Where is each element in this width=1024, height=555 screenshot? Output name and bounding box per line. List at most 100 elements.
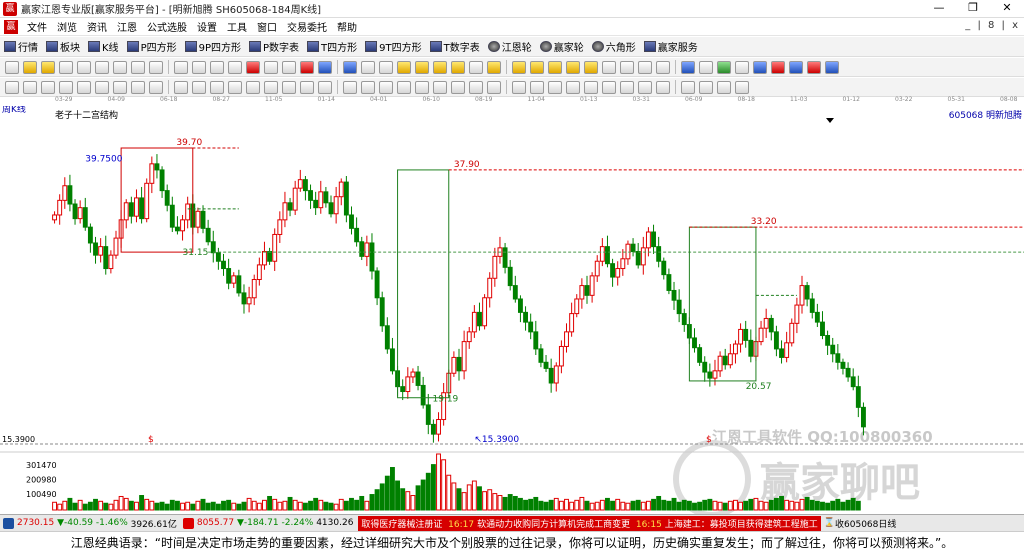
drawing-tool-icon-42[interactable]	[771, 60, 785, 74]
sh-index-cell[interactable]: 2730.15 ▼-40.59 -1.46% 3926.61亿	[0, 517, 180, 530]
analysis-tool-icon-12[interactable]	[210, 80, 224, 94]
analysis-tool-icon-39[interactable]	[717, 80, 731, 94]
drawing-tool-icon-21[interactable]	[379, 60, 393, 74]
menu-settings[interactable]: 设置	[192, 19, 222, 34]
analysis-tool-icon-11[interactable]	[192, 80, 206, 94]
analysis-tool-icon-4[interactable]	[59, 80, 73, 94]
analysis-tool-icon-35[interactable]	[638, 80, 652, 94]
analysis-tool-icon-7[interactable]	[113, 80, 127, 94]
drawing-tool-icon-2[interactable]	[23, 60, 37, 74]
toolbar-9p-square-button[interactable]: 9P四方形	[181, 39, 245, 54]
menu-gann[interactable]: 江恩	[112, 19, 142, 34]
drawing-tool-icon-16[interactable]	[282, 60, 296, 74]
toolbar-t-table-button[interactable]: T数字表	[426, 39, 484, 54]
drawing-tool-icon-34[interactable]	[620, 60, 634, 74]
analysis-tool-icon-1[interactable]	[5, 80, 19, 94]
drawing-tool-icon-1[interactable]	[5, 60, 19, 74]
drawing-tool-icon-32[interactable]	[584, 60, 598, 74]
toolbar-t-square-button[interactable]: T四方形	[303, 39, 361, 54]
toolbar-hexagon-button[interactable]: 六角形	[588, 39, 640, 54]
menu-trade[interactable]: 交易委托	[282, 19, 332, 34]
menu-help[interactable]: 帮助	[332, 19, 362, 34]
drawing-tool-icon-28[interactable]	[512, 60, 526, 74]
analysis-tool-icon-22[interactable]	[397, 80, 411, 94]
toolbar-winner-wheel-button[interactable]: 赢家轮	[536, 39, 588, 54]
analysis-tool-icon-18[interactable]	[318, 80, 332, 94]
drawing-tool-icon-5[interactable]	[77, 60, 91, 74]
analysis-tool-icon-2[interactable]	[23, 80, 37, 94]
drawing-tool-icon-8[interactable]	[131, 60, 145, 74]
analysis-tool-icon-38[interactable]	[699, 80, 713, 94]
analysis-tool-icon-13[interactable]	[228, 80, 242, 94]
analysis-tool-icon-14[interactable]	[246, 80, 260, 94]
drawing-tool-icon-19[interactable]	[343, 60, 357, 74]
toolbar-kline-button[interactable]: K线	[84, 39, 123, 54]
drawing-tool-icon-27[interactable]	[487, 60, 501, 74]
analysis-tool-icon-20[interactable]	[361, 80, 375, 94]
menu-tools[interactable]: 工具	[222, 19, 252, 34]
drawing-tool-icon-44[interactable]	[807, 60, 821, 74]
toolbar-p-square-button[interactable]: P四方形	[123, 39, 181, 54]
analysis-tool-icon-27[interactable]	[487, 80, 501, 94]
toolbar-gann-wheel-button[interactable]: 江恩轮	[484, 39, 536, 54]
analysis-tool-icon-29[interactable]	[530, 80, 544, 94]
drawing-tool-icon-23[interactable]	[415, 60, 429, 74]
analysis-tool-icon-3[interactable]	[41, 80, 55, 94]
drawing-tool-icon-38[interactable]	[699, 60, 713, 74]
drawing-tool-icon-22[interactable]	[397, 60, 411, 74]
drawing-tool-icon-41[interactable]	[753, 60, 767, 74]
analysis-tool-icon-32[interactable]	[584, 80, 598, 94]
mdi-controls[interactable]: _ | 8 | x	[965, 20, 1020, 31]
drawing-tool-icon-13[interactable]	[228, 60, 242, 74]
analysis-tool-icon-9[interactable]	[149, 80, 163, 94]
analysis-tool-icon-37[interactable]	[681, 80, 695, 94]
close-button[interactable]: ✕	[990, 0, 1024, 18]
minimize-button[interactable]: —	[922, 0, 956, 18]
drawing-tool-icon-3[interactable]	[41, 60, 55, 74]
analysis-tool-icon-16[interactable]	[282, 80, 296, 94]
analysis-tool-icon-36[interactable]	[656, 80, 670, 94]
drawing-tool-icon-33[interactable]	[602, 60, 616, 74]
analysis-tool-icon-21[interactable]	[379, 80, 393, 94]
drawing-tool-icon-24[interactable]	[433, 60, 447, 74]
drawing-tool-icon-39[interactable]	[717, 60, 731, 74]
analysis-tool-icon-5[interactable]	[77, 80, 91, 94]
drawing-tool-icon-26[interactable]	[469, 60, 483, 74]
analysis-tool-icon-34[interactable]	[620, 80, 634, 94]
menu-formula[interactable]: 公式选股	[142, 19, 192, 34]
sz-index-cell[interactable]: 8055.77 ▼-184.71 -2.24% 4130.26	[180, 517, 357, 529]
restore-button[interactable]: ❐	[956, 0, 990, 18]
drawing-tool-icon-6[interactable]	[95, 60, 109, 74]
analysis-tool-icon-10[interactable]	[174, 80, 188, 94]
drawing-tool-icon-29[interactable]	[530, 60, 544, 74]
drawing-tool-icon-20[interactable]	[361, 60, 375, 74]
drawing-tool-icon-4[interactable]	[59, 60, 73, 74]
drawing-tool-icon-25[interactable]	[451, 60, 465, 74]
kline-chart[interactable]: 周K线 老子十二宫结构 605068 明新旭腾 江恩工具软件 QQ:100800360…	[0, 106, 1024, 514]
analysis-tool-icon-26[interactable]	[469, 80, 483, 94]
news-ticker[interactable]: 取得医疗器械注册证 16:17 软通动力收购同方计算机完成工商变更 16:15 上海…	[358, 515, 821, 531]
analysis-tool-icon-25[interactable]	[451, 80, 465, 94]
analysis-tool-icon-30[interactable]	[548, 80, 562, 94]
drawing-tool-icon-12[interactable]	[210, 60, 224, 74]
toolbar-service-button[interactable]: 赢家服务	[640, 39, 702, 54]
menu-window[interactable]: 窗口	[252, 19, 282, 34]
menu-file[interactable]: 文件	[22, 19, 52, 34]
drawing-tool-icon-35[interactable]	[638, 60, 652, 74]
analysis-tool-icon-8[interactable]	[131, 80, 145, 94]
analysis-tool-icon-31[interactable]	[566, 80, 580, 94]
chart-canvas[interactable]: 周K线 老子十二宫结构 605068 明新旭腾江恩工具软件 QQ:100800360…	[0, 106, 1024, 514]
analysis-tool-icon-19[interactable]	[343, 80, 357, 94]
drawing-tool-icon-18[interactable]	[318, 60, 332, 74]
analysis-tool-icon-15[interactable]	[264, 80, 278, 94]
drawing-tool-icon-15[interactable]	[264, 60, 278, 74]
analysis-tool-icon-28[interactable]	[512, 80, 526, 94]
drawing-tool-icon-7[interactable]	[113, 60, 127, 74]
toolbar-sector-button[interactable]: 板块	[42, 39, 84, 54]
toolbar-9t-square-button[interactable]: 9T四方形	[361, 39, 425, 54]
drawing-tool-icon-14[interactable]	[246, 60, 260, 74]
toolbar-quote-button[interactable]: 行情	[0, 39, 42, 54]
analysis-tool-icon-33[interactable]	[602, 80, 616, 94]
analysis-tool-icon-17[interactable]	[300, 80, 314, 94]
drawing-tool-icon-10[interactable]	[174, 60, 188, 74]
